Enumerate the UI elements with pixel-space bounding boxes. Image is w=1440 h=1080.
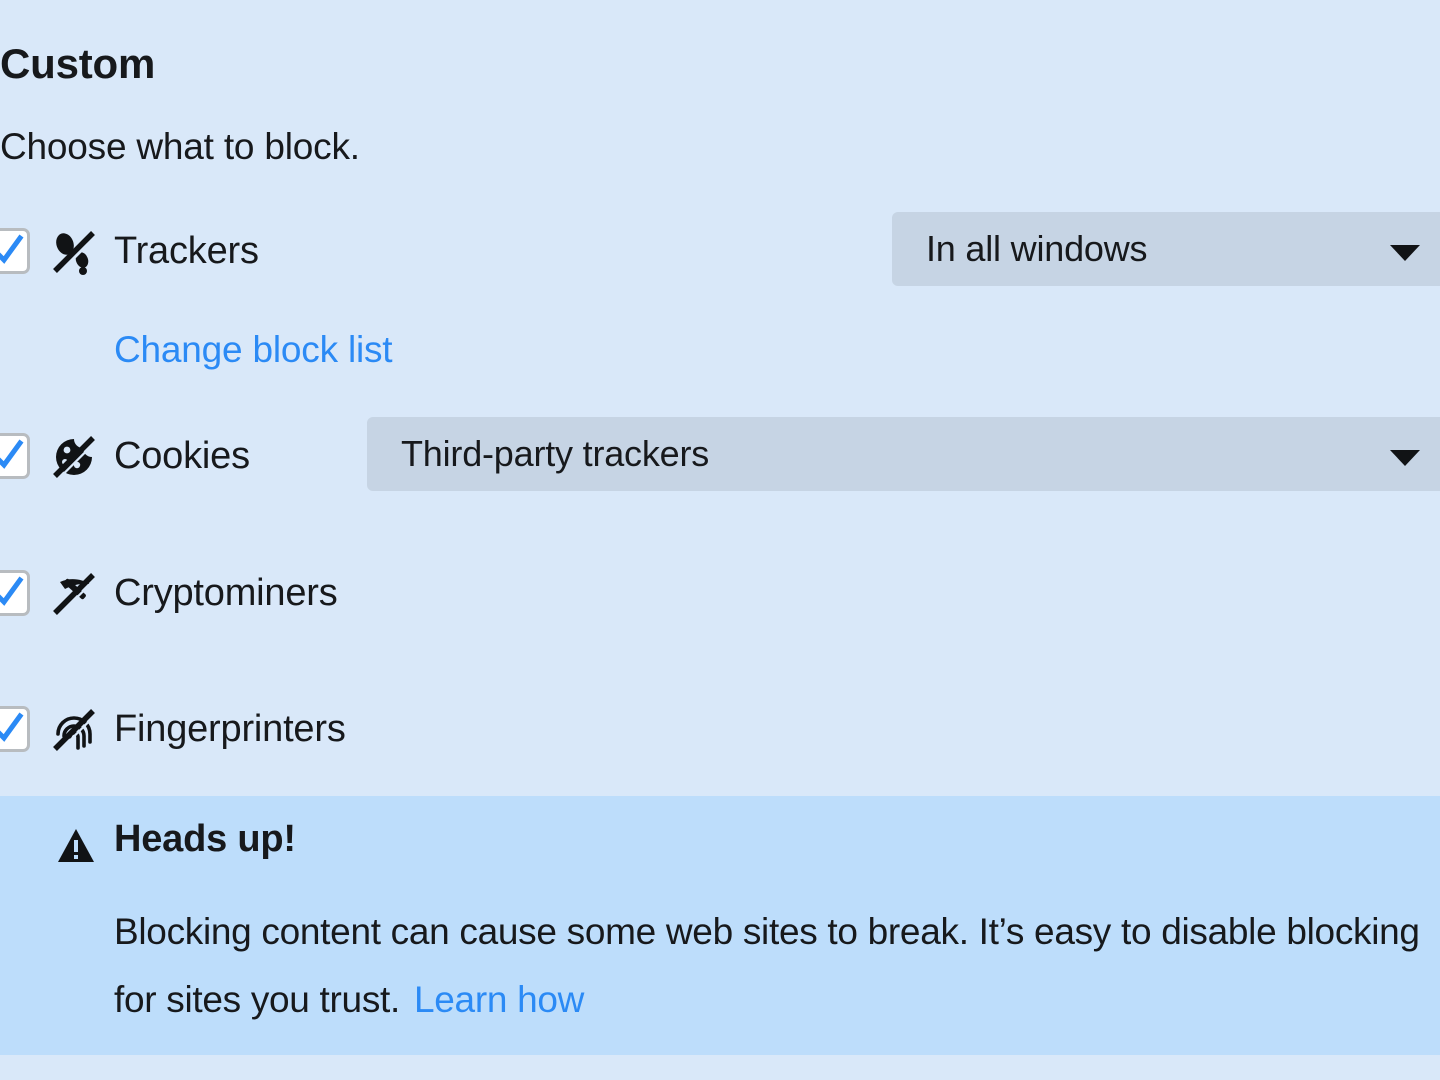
trackers-checkbox[interactable]: [0, 228, 30, 274]
change-block-list-link[interactable]: Change block list: [114, 329, 393, 371]
heads-up-notice: Heads up! Blocking content can cause som…: [0, 796, 1440, 1055]
chevron-down-icon: [1390, 450, 1420, 466]
heads-up-body: Blocking content can cause some web site…: [114, 898, 1440, 1034]
option-row-fingerprinters: Fingerprinters: [0, 690, 1440, 770]
trackers-scope-dropdown[interactable]: In all windows: [892, 212, 1440, 286]
fingerprinters-label: Fingerprinters: [114, 708, 346, 750]
trackers-label: Trackers: [114, 230, 259, 272]
trackers-blocked-icon: [48, 226, 100, 278]
checkmark-icon: [0, 234, 24, 264]
cookies-label: Cookies: [114, 435, 250, 477]
page-title: Custom: [0, 40, 156, 87]
checkmark-icon: [0, 439, 24, 469]
checkmark-icon: [0, 576, 24, 606]
checkmark-icon: [0, 712, 24, 742]
cookies-checkbox[interactable]: [0, 433, 30, 479]
cookies-scope-dropdown[interactable]: Third-party trackers: [367, 417, 1440, 491]
cryptominers-checkbox[interactable]: [0, 570, 30, 616]
warning-triangle-icon: [56, 826, 96, 866]
trackers-scope-value: In all windows: [926, 228, 1148, 269]
fingerprinters-blocked-icon: [48, 704, 100, 756]
option-row-cryptominers: Cryptominers: [0, 554, 1440, 634]
privacy-custom-panel: Custom Choose what to block. Trackers In…: [0, 0, 1440, 1080]
fingerprinters-checkbox[interactable]: [0, 706, 30, 752]
heads-up-title: Heads up!: [114, 818, 296, 860]
cryptominers-label: Cryptominers: [114, 572, 338, 614]
learn-how-link[interactable]: Learn how: [414, 979, 584, 1020]
page-subtitle: Choose what to block.: [0, 126, 360, 167]
cryptominers-blocked-icon: [48, 568, 100, 620]
cookies-scope-value: Third-party trackers: [401, 433, 710, 474]
heads-up-body-text: Blocking content can cause some web site…: [114, 911, 1420, 1020]
cookies-blocked-icon: [48, 431, 100, 483]
chevron-down-icon: [1390, 245, 1420, 261]
